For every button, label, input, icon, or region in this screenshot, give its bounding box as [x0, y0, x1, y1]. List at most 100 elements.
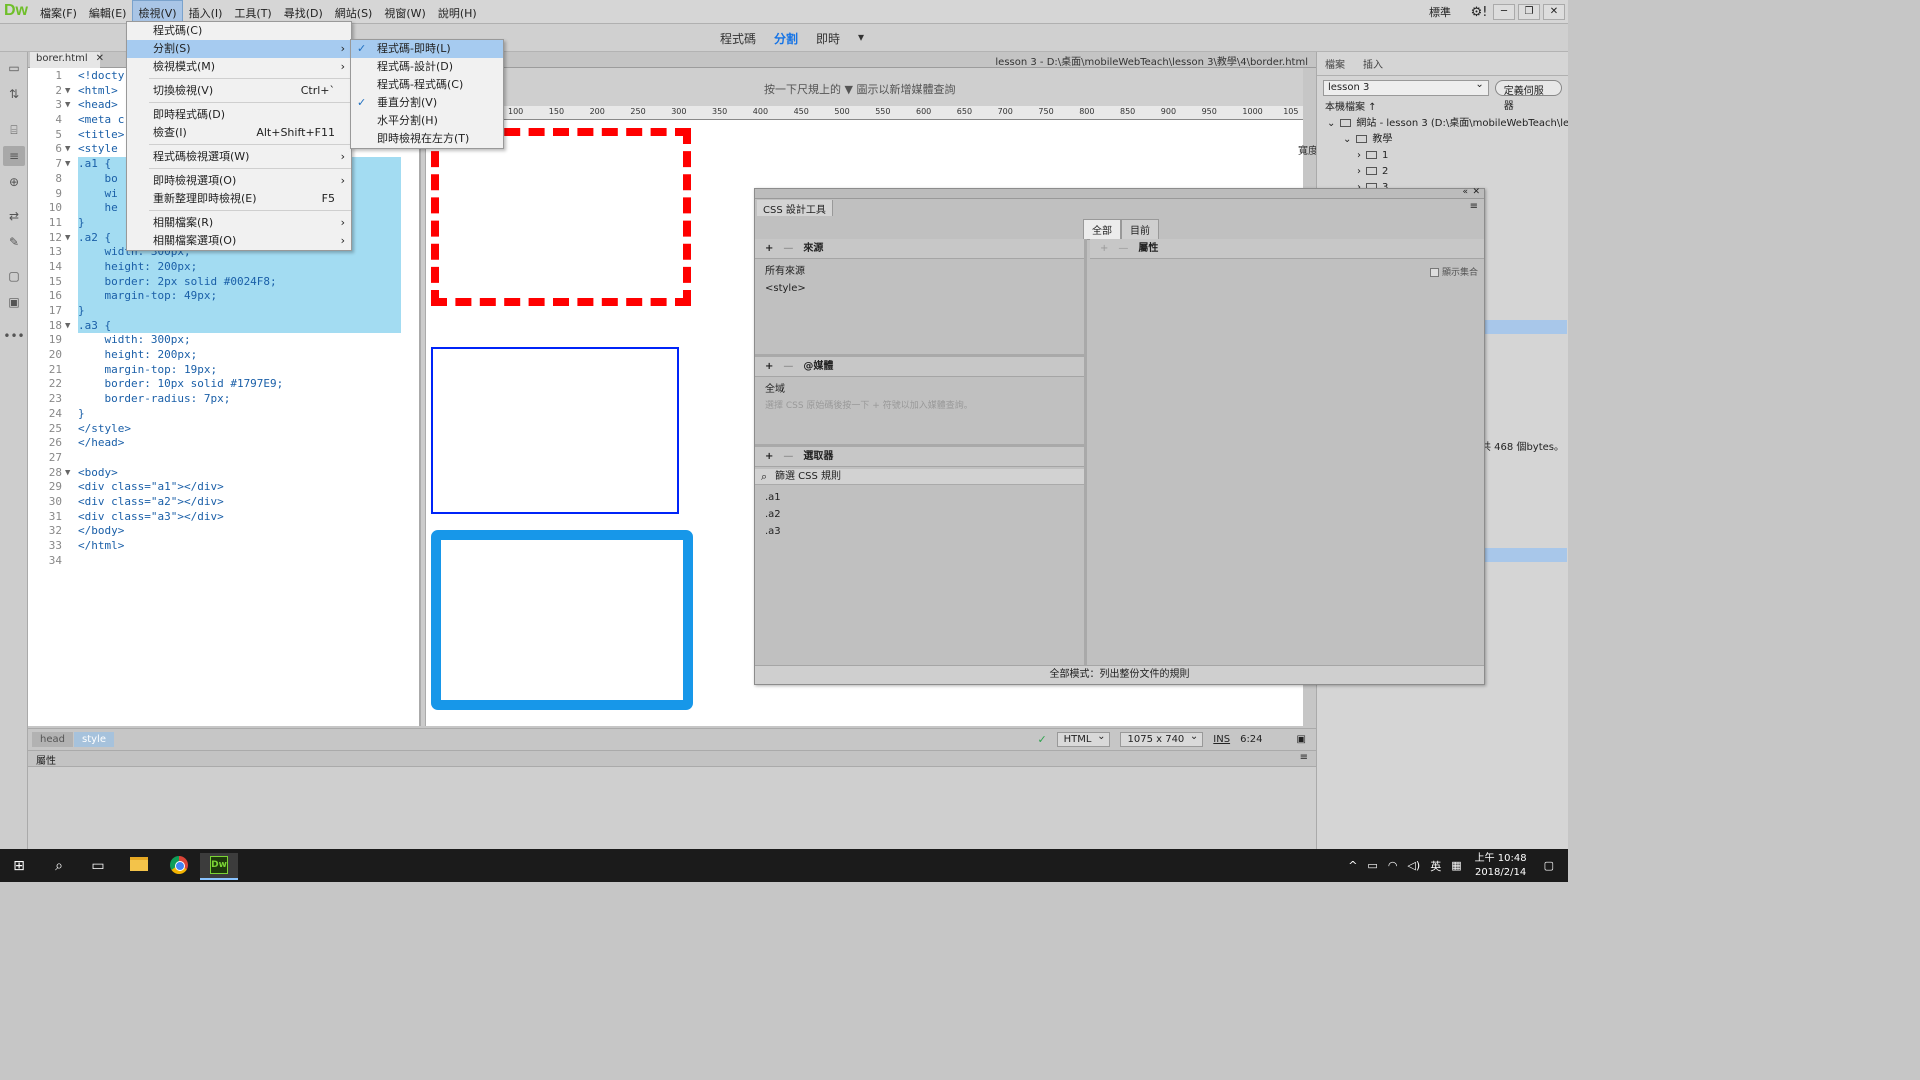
menu-item[interactable]: 視窗(W) — [378, 0, 431, 24]
close-button[interactable]: ✕ — [1543, 4, 1565, 20]
tree-item-site[interactable]: ⌄ 網站 - lesson 3 (D:\桌面\mobileWebTeach\les… — [1317, 116, 1568, 132]
close-icon[interactable]: ✕ — [96, 53, 104, 64]
chrome-app[interactable] — [160, 853, 198, 880]
split-menu-item[interactable]: 程式碼-設計(D) — [351, 58, 503, 76]
search-icon[interactable]: ⌕ — [44, 854, 74, 878]
tab-files[interactable]: 檔案 — [1325, 56, 1345, 71]
chevron-up-icon[interactable]: ^ — [1348, 859, 1357, 872]
panel-menu-icon[interactable]: ≡ — [1300, 752, 1308, 763]
code-line[interactable]: 34 — [28, 554, 419, 569]
show-set-checkbox[interactable]: 顯示集合 — [1429, 265, 1478, 278]
inspect-icon[interactable]: ⊕ — [3, 172, 25, 192]
code-line[interactable]: 16 margin-top: 49px; — [28, 289, 419, 305]
view-menu-item[interactable]: 分割(S) › — [127, 40, 351, 58]
tree-item-teach[interactable]: ⌄ 教學 — [1317, 132, 1568, 148]
live-view-button[interactable]: 即時 — [816, 30, 840, 47]
fold-toggle-icon[interactable]: ▼ — [65, 319, 70, 334]
minimize-button[interactable]: ─ — [1493, 4, 1515, 20]
split-menu-item[interactable]: ✓ 垂直分割(V) — [351, 94, 503, 112]
div-a2[interactable] — [431, 347, 679, 514]
format-source-icon[interactable]: ⌸ — [3, 120, 25, 140]
source-item[interactable]: <style> — [765, 280, 1074, 297]
gear-icon[interactable]: ⚙! — [1465, 5, 1493, 20]
open-document-icon[interactable]: ▭ — [3, 58, 25, 78]
view-menu-item[interactable]: 程式碼檢視選項(W) › — [127, 148, 351, 166]
volume-icon[interactable]: ◁) — [1407, 859, 1420, 872]
code-line[interactable]: 32 </body> — [28, 524, 419, 539]
media-item[interactable]: 全域 — [765, 381, 1074, 398]
selector-item[interactable]: .a3 — [765, 523, 1074, 540]
tab-insert[interactable]: 插入 — [1363, 56, 1383, 71]
brush-icon[interactable]: ✎ — [3, 232, 25, 252]
split-view-button[interactable]: 分割 — [774, 30, 798, 47]
battery-icon[interactable]: ▭ — [1367, 859, 1377, 872]
view-menu-item[interactable]: 相關檔案(R) › — [127, 214, 351, 232]
tab-all[interactable]: 全部 — [1083, 219, 1121, 240]
add-property-button[interactable]: + — [1100, 243, 1108, 254]
source-item[interactable]: 所有來源 — [765, 263, 1074, 280]
remove-selector-button[interactable]: — — [783, 451, 793, 462]
code-line[interactable]: 30 <div class="a2"></div> — [28, 495, 419, 510]
remove-source-button[interactable]: — — [783, 243, 793, 254]
code-line[interactable]: 29 <div class="a1"></div> — [28, 480, 419, 495]
workspace-select[interactable]: 標準 — [1421, 4, 1465, 20]
preview-icon[interactable]: ▣ — [1297, 734, 1306, 745]
add-source-button[interactable]: + — [765, 243, 773, 254]
menu-item[interactable]: 檔案(F) — [34, 0, 83, 24]
menu-item[interactable]: 說明(H) — [432, 0, 483, 24]
fold-toggle-icon[interactable]: ▼ — [65, 157, 70, 172]
task-view-icon[interactable]: ▭ — [83, 854, 113, 878]
panel-menu-icon[interactable]: ≡ — [1470, 201, 1478, 212]
code-line[interactable]: 19 width: 300px; — [28, 333, 419, 348]
code-line[interactable]: 28 ▼ <body> — [28, 466, 419, 481]
code-line[interactable]: 25 </style> — [28, 422, 419, 437]
view-menu-item[interactable]: 檢視模式(M) › — [127, 58, 351, 76]
tree-item-folder[interactable]: › 1 — [1317, 148, 1568, 164]
selector-item[interactable]: .a2 — [765, 506, 1074, 523]
code-line[interactable]: 31 <div class="a3"></div> — [28, 510, 419, 525]
code-view-button[interactable]: 程式碼 — [720, 30, 756, 47]
code-line[interactable]: 21 margin-top: 19px; — [28, 363, 419, 378]
add-media-button[interactable]: + — [765, 361, 773, 372]
dreamweaver-app[interactable]: Dw — [200, 853, 238, 880]
tree-item-folder[interactable]: › 2 — [1317, 164, 1568, 180]
fold-toggle-icon[interactable]: ▼ — [65, 466, 70, 481]
split-menu-item[interactable]: 即時檢視在左方(T) — [351, 130, 503, 148]
file-explorer-app[interactable] — [120, 853, 158, 880]
view-menu-item[interactable]: 程式碼(C) — [127, 22, 351, 40]
file-management-icon[interactable]: ⇅ — [3, 84, 25, 104]
split-menu-item[interactable]: ✓ 程式碼-即時(L) — [351, 40, 503, 58]
split-menu-item[interactable]: 程式碼-程式碼(C) — [351, 76, 503, 94]
view-menu-item[interactable]: 相關檔案選項(O) › — [127, 232, 351, 250]
code-line[interactable]: 24} — [28, 407, 419, 422]
code-line[interactable]: 14 height: 200px; — [28, 259, 419, 275]
div-a1[interactable] — [431, 128, 691, 306]
maximize-button[interactable]: ❐ — [1518, 4, 1540, 20]
windows-start-icon[interactable]: ⊞ — [4, 854, 34, 878]
div-a3[interactable] — [431, 530, 693, 710]
code-line[interactable]: 17} — [28, 304, 419, 319]
view-menu-item[interactable]: 即時程式碼(D) — [127, 106, 351, 124]
view-menu-item[interactable]: 切換檢視(V) Ctrl+` — [127, 82, 351, 100]
window-size-select[interactable]: 1075 x 740 — [1120, 731, 1204, 747]
comment-icon[interactable]: ▢ — [3, 266, 25, 286]
remove-media-button[interactable]: — — [783, 361, 793, 372]
code-line[interactable]: 22 border: 10px solid #1797E9; — [28, 377, 419, 392]
clock[interactable]: 上午 10:48 2018/2/14 — [1475, 852, 1527, 880]
code-line[interactable]: 18 ▼ .a3 { — [28, 318, 419, 334]
fold-toggle-icon[interactable]: ▼ — [65, 142, 70, 157]
css-designer-title[interactable]: CSS 設計工具 — [757, 200, 833, 216]
site-select[interactable]: lesson 3 — [1323, 79, 1489, 96]
tag-selector-head[interactable]: head — [32, 732, 73, 747]
notification-icon[interactable]: ▢ — [1544, 859, 1554, 872]
wrap-tag-icon[interactable]: ⇄ — [3, 206, 25, 226]
code-line[interactable]: 27 — [28, 451, 419, 466]
close-icon[interactable]: ✕ — [1472, 187, 1480, 197]
code-navigator-icon[interactable]: ≡ — [3, 146, 25, 166]
collapse-icon[interactable]: « — [1462, 187, 1468, 197]
add-selector-button[interactable]: + — [765, 451, 773, 462]
selector-item[interactable]: .a1 — [765, 489, 1074, 506]
view-menu-item[interactable]: 檢查(I) Alt+Shift+F11 — [127, 124, 351, 142]
network-icon[interactable]: ◠ — [1388, 859, 1398, 872]
more-icon[interactable]: ••• — [3, 326, 25, 346]
